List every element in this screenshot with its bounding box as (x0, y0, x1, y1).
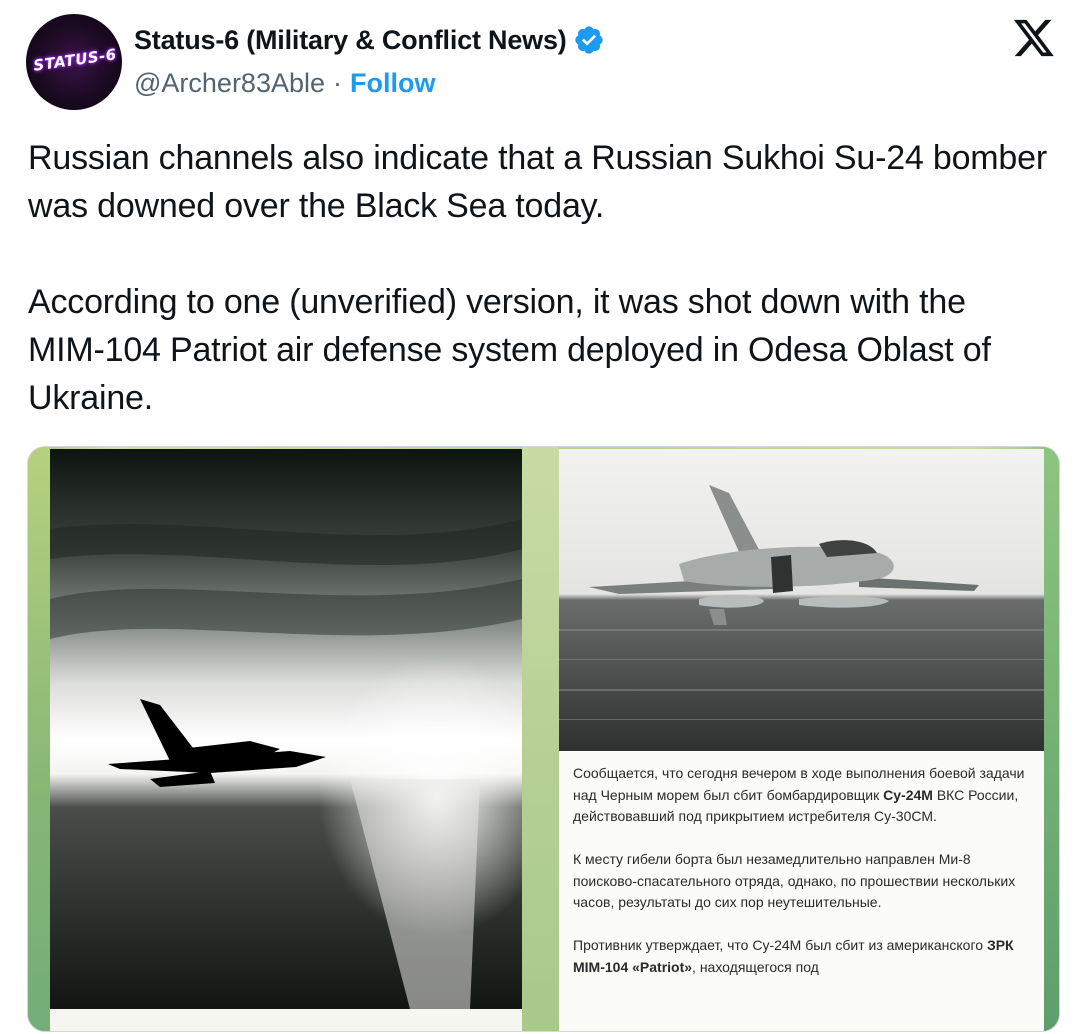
handle-row: @Archer83Able · Follow (134, 68, 436, 99)
avatar[interactable]: STATUS-6 (26, 14, 122, 110)
avatar-logo-text: STATUS-6 (32, 45, 118, 75)
jet-silhouette-image (50, 449, 522, 1009)
media-frame-right (1043, 447, 1059, 1031)
user-handle[interactable]: @Archer83Able (134, 68, 325, 99)
caption-paragraph-2: К месту гибели борта был незамедлительно… (573, 851, 1016, 910)
tweet-header: STATUS-6 Status-6 (Military & Conflict N… (26, 14, 1066, 114)
media-frame-middle (522, 447, 559, 1031)
display-name[interactable]: Status-6 (Military & Conflict News) (134, 25, 567, 56)
photo-jet-silhouette[interactable] (50, 449, 522, 1009)
name-row: Status-6 (Military & Conflict News) (134, 24, 605, 56)
caption-text: Противник утверждает, что Су-24М был сби… (573, 937, 987, 953)
follow-button[interactable]: Follow (350, 68, 435, 99)
tweet-paragraph: Russian channels also indicate that a Ru… (28, 139, 1047, 225)
telegram-caption: Сообщается, что сегодня вечером в ходе в… (559, 751, 1044, 1031)
media-bottom-strip (50, 1009, 522, 1031)
media-frame-left (28, 447, 50, 1031)
separator-dot: · (333, 68, 343, 98)
caption-paragraph-1: Сообщается, что сегодня вечером в ходе в… (573, 763, 1030, 828)
caption-paragraph-3: Противник утверждает, что Су-24М был сби… (573, 935, 1030, 978)
photo-su24-over-sea[interactable] (559, 449, 1044, 751)
x-logo-icon[interactable] (1012, 18, 1056, 58)
su24-photo-image (559, 449, 1044, 751)
caption-text: , находящегося под (692, 958, 819, 975)
caption-bold: Су-24М (883, 786, 933, 803)
verified-badge-icon (574, 26, 603, 54)
tweet-paragraph: According to one (unverified) version, i… (28, 283, 991, 417)
tweet-text: Russian channels also indicate that a Ru… (28, 134, 1048, 422)
tweet-media[interactable]: Сообщается, что сегодня вечером в ходе в… (27, 446, 1060, 1032)
